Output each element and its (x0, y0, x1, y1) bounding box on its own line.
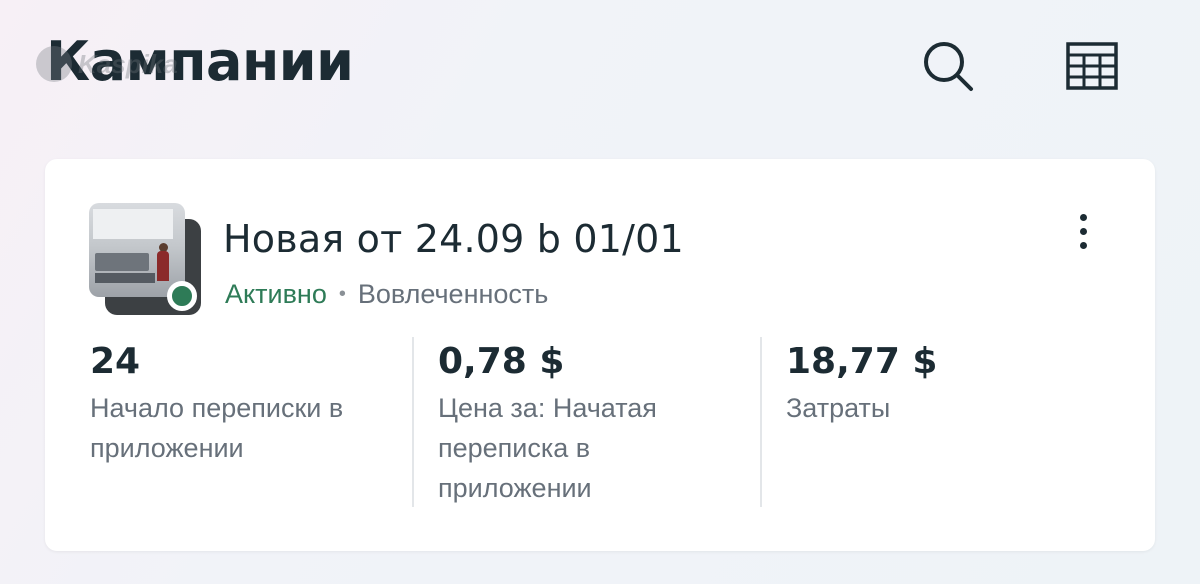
more-options-button[interactable] (1065, 209, 1101, 253)
thumbnail-window (93, 209, 173, 239)
stat-conversations: 24 Начало переписки в приложении (90, 337, 400, 507)
thumbnail-image (89, 203, 185, 297)
thumbnail-person (157, 251, 169, 281)
stat-label: Цена за: Начатая переписка в приложении (438, 393, 657, 503)
more-vertical-icon (1079, 241, 1087, 249)
stat-value: 18,77 $ (786, 341, 938, 382)
status-label: Активно (225, 279, 327, 309)
stat-spend: 18,77 $ Затраты (786, 337, 1086, 507)
thumbnail-shelf-lower (95, 273, 155, 283)
watermark-text: Kaspika (78, 48, 178, 79)
stat-divider (412, 337, 414, 507)
campaign-card[interactable]: Новая от 24.09 b 01/01 Активно • Вовлече… (45, 159, 1155, 551)
more-vertical-icon (1079, 227, 1087, 235)
stat-label: Начало переписки в приложении (90, 393, 344, 463)
stat-cost-per-result: 0,78 $ Цена за: Начатая переписка в прил… (438, 337, 738, 507)
stat-value: 24 (90, 341, 141, 382)
campaign-meta: Активно • Вовлеченность (225, 279, 548, 310)
watermark-icon (36, 46, 72, 82)
campaign-name[interactable]: Новая от 24.09 b 01/01 (223, 217, 684, 261)
table-grid-icon (1066, 42, 1118, 90)
stat-divider (760, 337, 762, 507)
stats-row: 24 Начало переписки в приложении 0,78 $ … (90, 337, 1110, 507)
status-dot-icon (167, 281, 197, 311)
header: Кампании Kaspika (0, 0, 1200, 130)
meta-separator: • (338, 283, 346, 305)
table-view-button[interactable] (1064, 38, 1120, 94)
campaign-thumbnail (89, 203, 201, 315)
stat-label: Затраты (786, 393, 891, 423)
search-button[interactable] (920, 38, 976, 94)
search-icon (924, 42, 973, 91)
objective-label: Вовлеченность (357, 279, 549, 309)
thumbnail-shelf (95, 253, 149, 271)
watermark-logo: Kaspika (36, 44, 178, 84)
stat-value: 0,78 $ (438, 341, 565, 382)
more-vertical-icon (1079, 213, 1087, 221)
